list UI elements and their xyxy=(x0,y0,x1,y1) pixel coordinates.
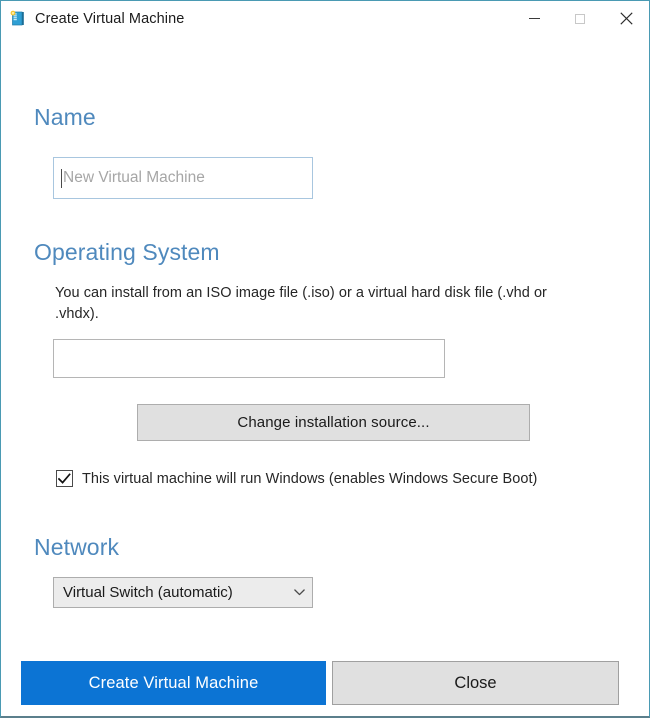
section-heading-operating-system: Operating System xyxy=(34,239,220,265)
close-button[interactable] xyxy=(603,1,649,36)
create-virtual-machine-window: Create Virtual Machine Name New Virtual … xyxy=(0,0,650,718)
secure-boot-label: This virtual machine will run Windows (e… xyxy=(82,470,538,487)
secure-boot-checkbox[interactable] xyxy=(56,470,73,487)
title-bar: Create Virtual Machine xyxy=(1,1,649,36)
vm-name-input[interactable]: New Virtual Machine xyxy=(53,157,313,199)
minimize-icon xyxy=(528,18,540,19)
text-caret xyxy=(61,168,62,188)
section-heading-name: Name xyxy=(34,104,96,130)
maximize-icon xyxy=(575,13,585,24)
maximize-button[interactable] xyxy=(557,1,603,36)
section-heading-network: Network xyxy=(34,534,120,560)
checkmark-icon xyxy=(58,472,71,484)
network-switch-value: Virtual Switch (automatic) xyxy=(63,584,233,601)
close-dialog-button[interactable]: Close xyxy=(332,661,619,705)
network-switch-select[interactable]: Virtual Switch (automatic) xyxy=(53,577,313,608)
virtual-machine-icon xyxy=(9,10,26,27)
minimize-button[interactable] xyxy=(511,1,557,36)
secure-boot-checkbox-row[interactable]: This virtual machine will run Windows (e… xyxy=(56,470,537,487)
installation-source-input[interactable] xyxy=(53,339,445,378)
create-virtual-machine-button[interactable]: Create Virtual Machine xyxy=(21,661,326,705)
close-icon xyxy=(619,12,633,25)
vm-name-placeholder: New Virtual Machine xyxy=(63,169,205,186)
window-controls xyxy=(511,1,649,36)
chevron-down-icon xyxy=(286,589,312,596)
window-title: Create Virtual Machine xyxy=(35,10,185,27)
change-installation-source-button[interactable]: Change installation source... xyxy=(137,404,530,441)
dialog-body: Name New Virtual Machine Operating Syste… xyxy=(1,36,649,716)
operating-system-description: You can install from an ISO image file (… xyxy=(55,285,547,322)
